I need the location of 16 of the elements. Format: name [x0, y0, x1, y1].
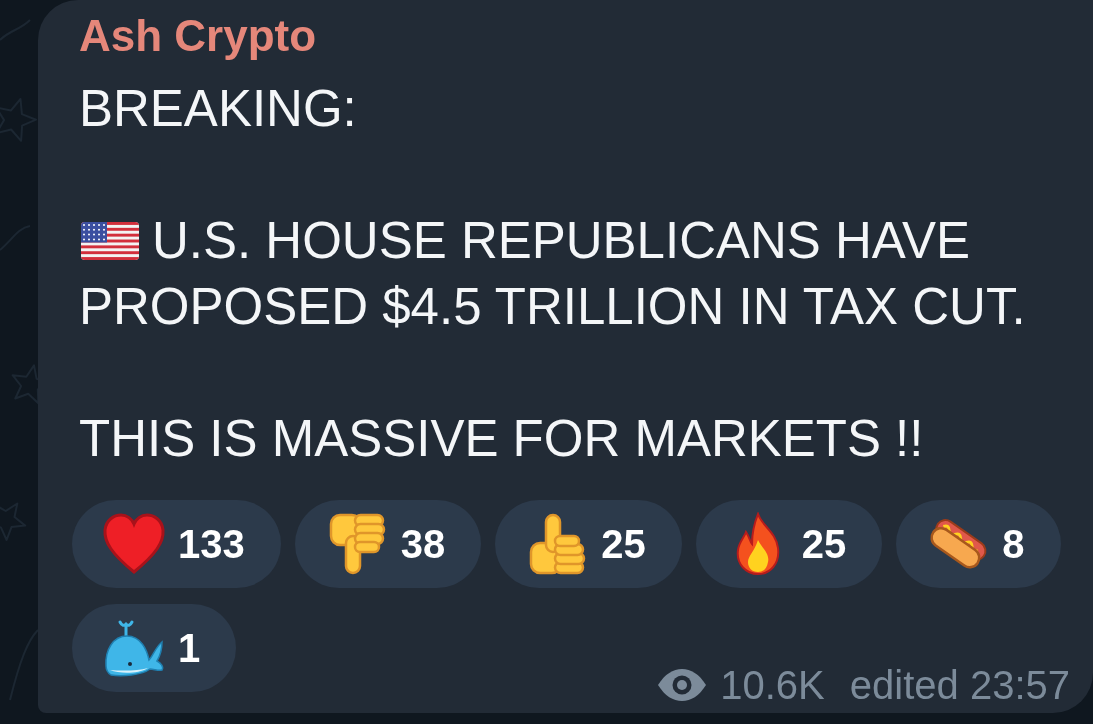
reaction-button[interactable]: 133 — [72, 500, 281, 588]
message-text: BREAKING: — [79, 79, 357, 139]
reaction-button[interactable]: 25 — [695, 500, 883, 588]
view-count: 10.6K — [720, 662, 825, 708]
reaction-button[interactable]: 38 — [294, 500, 482, 588]
heart-icon — [102, 512, 166, 576]
message-text: U.S. HOUSE REPUBLICANS HAVE — [152, 211, 971, 271]
reaction-button[interactable]: 25 — [495, 500, 682, 588]
reaction-button[interactable]: 1 — [72, 604, 237, 692]
us-flag-icon — [81, 222, 139, 260]
message-text: THIS IS MASSIVE FOR MARKETS !! — [79, 409, 924, 469]
eye-icon — [657, 668, 708, 702]
sender-name: Ash Crypto — [79, 11, 317, 61]
message-text: PROPOSED $4.5 TRILLION IN TAX CUT. — [79, 277, 1026, 337]
edit-time: edited 23:57 — [849, 662, 1070, 708]
reaction-button[interactable]: 8 — [896, 500, 1061, 588]
